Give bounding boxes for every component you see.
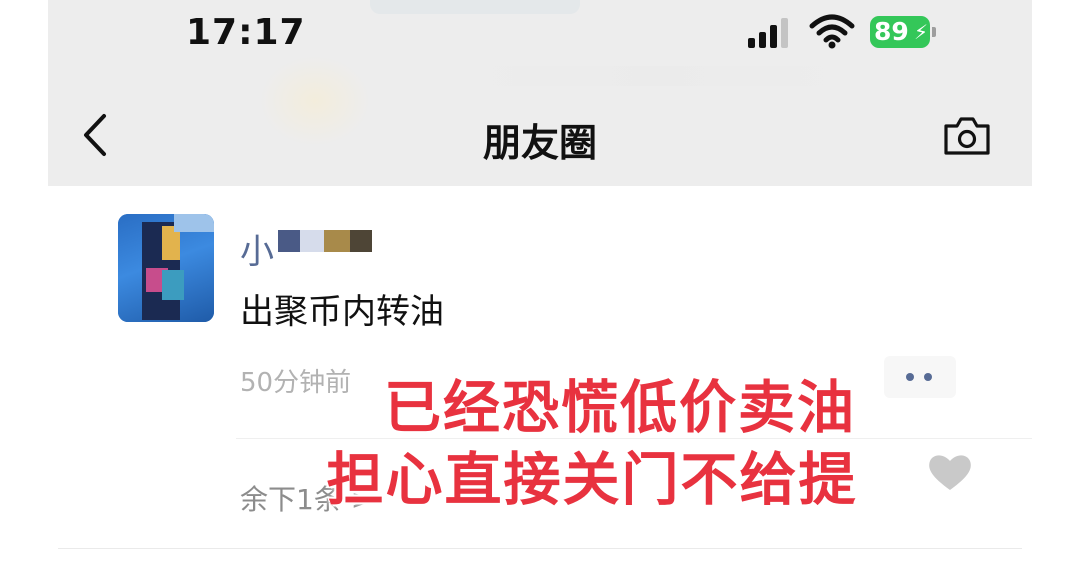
overlay-caption-line-2: 担心直接关门不给提 bbox=[326, 447, 858, 513]
page-title: 朋友圈 bbox=[482, 121, 597, 165]
username-mosaic bbox=[278, 230, 376, 252]
battery-level: 89 bbox=[874, 17, 909, 46]
chevron-left-icon[interactable] bbox=[76, 110, 112, 160]
top-bar: 17:17 89 ⚡ 朋友圈 bbox=[48, 0, 1032, 186]
avatar-mosaic bbox=[174, 214, 214, 232]
blurred-background bbox=[260, 56, 370, 146]
blurred-background bbox=[370, 0, 580, 14]
charging-bolt-icon: ⚡ bbox=[913, 20, 928, 44]
ellipsis-icon bbox=[924, 373, 932, 381]
avatar[interactable] bbox=[118, 214, 214, 322]
blurred-background bbox=[468, 66, 848, 86]
status-time: 17:17 bbox=[186, 12, 306, 53]
wifi-icon bbox=[809, 14, 855, 49]
battery-indicator: 89 ⚡ bbox=[870, 16, 930, 48]
avatar-mosaic bbox=[162, 270, 184, 300]
camera-icon[interactable] bbox=[942, 112, 992, 158]
cellular-signal-icon bbox=[748, 18, 788, 48]
username[interactable]: 小 bbox=[240, 224, 274, 273]
divider bbox=[58, 548, 1022, 549]
overlay-caption-line-1: 已经恐慌低价卖油 bbox=[384, 375, 856, 441]
battery-cap bbox=[932, 27, 936, 37]
heart-icon bbox=[923, 445, 977, 499]
post-content: 出聚币内转油 bbox=[240, 292, 444, 332]
